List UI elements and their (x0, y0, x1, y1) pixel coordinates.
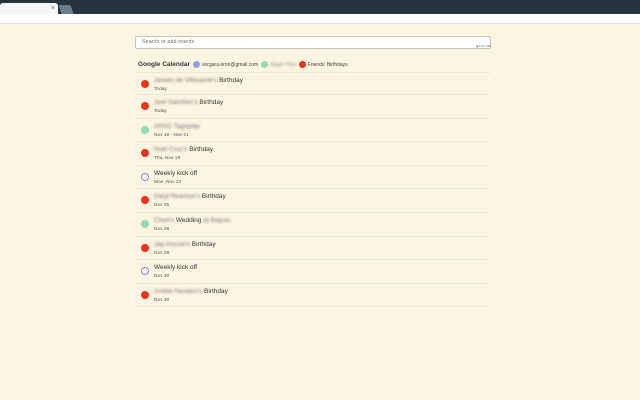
event-title-text: Weekly kick off (154, 264, 198, 272)
event-title-text: Birthday (189, 146, 214, 154)
event-date: Nov 18 - Nov 21 (154, 132, 189, 138)
event-date: Today (154, 86, 167, 92)
event-row[interactable]: Jay Ancuel's Birthday Nov 29 (135, 237, 491, 261)
event-date: Nov 30 (154, 274, 170, 280)
event-calendar-dot (141, 102, 149, 111)
event-title: Noel Cruz's Birthday (154, 146, 213, 153)
calendar-app: go to cal Google Calendar vergara.eron@g… (135, 30, 491, 308)
event-row[interactable]: Daryl Reamon's Birthday Nov 25 (135, 189, 491, 214)
event-title-redacted: Andrei Navarro's (154, 287, 203, 295)
event-calendar-dot (141, 149, 149, 158)
event-title-redacted: ARSC Tagaytay (154, 122, 200, 130)
event-row[interactable]: Noel Cruz's Birthday Thu, Nov 19 (135, 142, 491, 166)
event-row[interactable]: Weekly kick off Nov 30 (135, 260, 491, 284)
event-date: Nov 29 (154, 250, 170, 256)
event-title: ARSC Tagaytay (154, 123, 200, 130)
event-title-text: Weekly kick off (154, 169, 198, 177)
legend-color-dot (193, 61, 201, 68)
event-date: Nov 25 (154, 203, 170, 209)
event-title-redacted: Daryl Reamon's (154, 193, 201, 201)
event-title-redacted: Ched's (154, 217, 175, 225)
event-date: Mon, Nov 23 (154, 179, 182, 185)
event-title: Andrei Navarro's Birthday (154, 288, 228, 295)
browser-toolbar (0, 14, 640, 24)
browser-tab[interactable]: × (0, 3, 58, 14)
event-title-text: Wedding (175, 217, 202, 225)
event-calendar-dot (141, 79, 149, 88)
legend-calendar-label: vergara.eron@gmail.com (202, 61, 259, 68)
event-title-redacted: Jaswin de Villasante's (154, 76, 218, 84)
event-calendar-dot (141, 290, 149, 299)
event-title: Daryl Reamon's Birthday (154, 193, 226, 200)
event-title: Weekly kick off (154, 170, 197, 177)
tab-close-icon[interactable]: × (51, 3, 55, 14)
event-title: Ched's Wedding at Baguio (154, 217, 231, 224)
event-title-text: Birthday (201, 193, 226, 201)
event-calendar-dot (141, 243, 149, 252)
legend-color-dot (298, 61, 306, 68)
legend-title[interactable]: Google Calendar (138, 61, 190, 68)
legend-calendar-label: Friends' Birthdays (307, 61, 348, 68)
event-title-text: Birthday (204, 287, 228, 295)
event-title-text: Birthday (191, 240, 216, 248)
event-row[interactable]: Ched's Wedding at Baguio Nov 28 (135, 213, 491, 237)
legend-calendar-label: Biggie Holo (270, 61, 296, 68)
legend-color-dot (261, 61, 269, 68)
event-date: Thu, Nov 19 (154, 156, 181, 162)
event-title: Joel Sanchez's Birthday (154, 99, 223, 106)
event-date: Today (154, 109, 167, 115)
event-calendar-dot (141, 196, 149, 205)
calendar-link[interactable]: go to cal (476, 43, 491, 48)
new-tab-button[interactable] (58, 5, 74, 14)
event-calendar-dot (141, 267, 149, 276)
search-input[interactable] (135, 35, 491, 49)
event-title-text: Birthday (199, 99, 224, 107)
event-title-redacted: Joel Sanchez's (154, 99, 198, 107)
event-title: Jaswin de Villasante's Birthday (154, 77, 243, 84)
event-title-text: Birthday (219, 76, 243, 84)
event-calendar-dot (141, 172, 149, 181)
calendar-legend: Google Calendar vergara.eron@gmail.com B… (135, 58, 491, 72)
event-row[interactable]: Joel Sanchez's Birthday Today (135, 95, 491, 119)
event-calendar-dot (141, 125, 149, 134)
event-list: Jaswin de Villasante's Birthday Today Joel… (135, 71, 491, 308)
event-row[interactable]: ARSC Tagaytay Nov 18 - Nov 21 (135, 119, 491, 143)
event-row[interactable]: Weekly kick off Mon, Nov 23 (135, 166, 491, 190)
browser-tab-strip: × (0, 0, 640, 14)
event-title: Weekly kick off (154, 264, 197, 271)
event-title-redacted: at Baguio (203, 217, 231, 225)
event-title-redacted: Noel Cruz's (154, 146, 188, 154)
event-date: Nov 30 (154, 297, 170, 303)
event-calendar-dot (141, 220, 149, 229)
event-title-redacted: Jay Ancuel's (154, 240, 190, 248)
event-title: Jay Ancuel's Birthday (154, 241, 216, 248)
event-row[interactable]: Jaswin de Villasante's Birthday Today (135, 71, 491, 96)
event-row[interactable]: Andrei Navarro's Birthday Nov 30 (135, 284, 491, 308)
event-date: Nov 28 (154, 227, 170, 233)
